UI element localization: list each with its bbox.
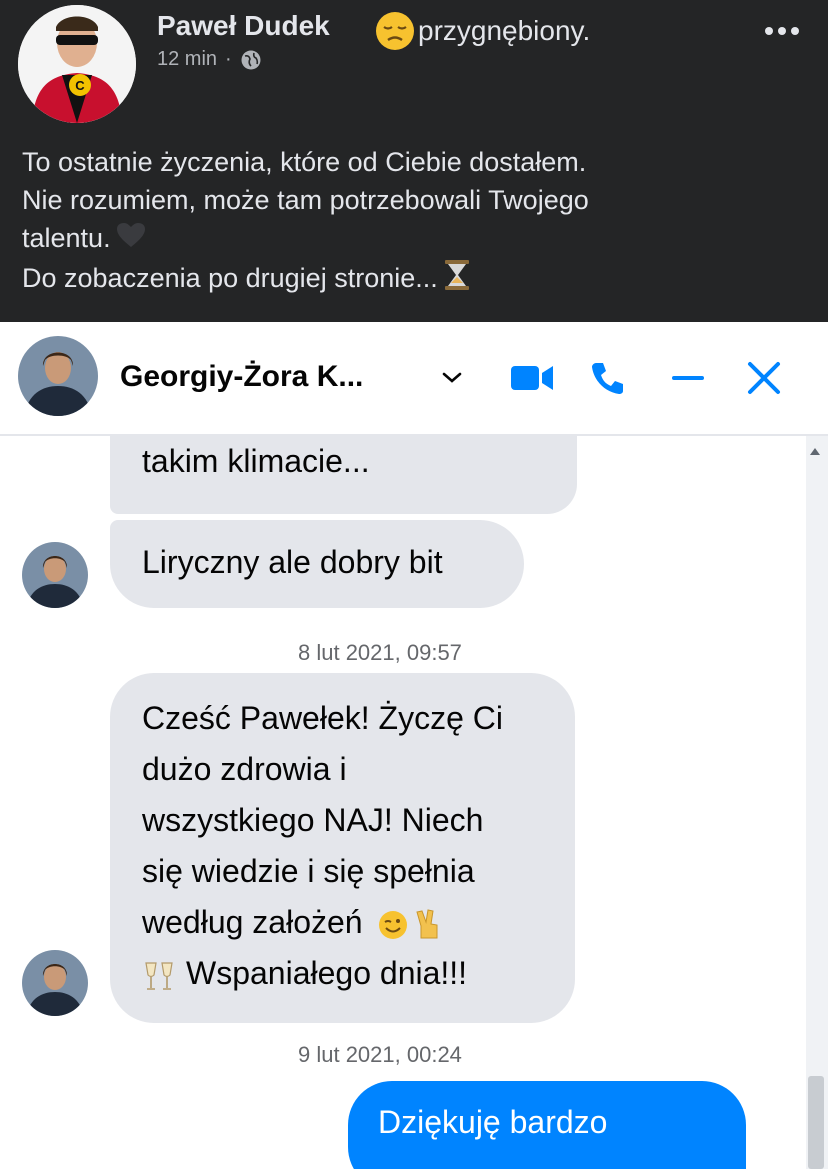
message-text: wszystkiego NAJ! Niech xyxy=(142,802,484,838)
video-call-icon[interactable] xyxy=(508,358,556,398)
scroll-up-arrow-icon[interactable] xyxy=(810,448,820,455)
post-text: To ostatnie życzenia, które od Ciebie do… xyxy=(22,143,812,301)
message-text: się wiedzie i się spełnia xyxy=(142,853,475,889)
chevron-down-icon[interactable] xyxy=(440,370,464,386)
message-text: Cześć Pawełek! Życzę Ci xyxy=(142,700,503,736)
post-line: Nie rozumiem, może tam potrzebowali Twoj… xyxy=(22,185,589,215)
contact-avatar-small[interactable] xyxy=(22,950,88,1016)
scrollbar-thumb[interactable] xyxy=(808,1076,824,1169)
message-line: według założeń xyxy=(142,897,575,948)
message-list[interactable]: takim klimacie... Liryczny ale dobry bit… xyxy=(0,436,828,1169)
message-line: Wspaniałego dnia!!! xyxy=(142,948,575,999)
messenger-chat-window: Georgiy-Żora K... takim klimacie... Liry… xyxy=(0,322,828,1169)
feeling-status: przygnębiony. xyxy=(374,10,590,52)
globe-icon xyxy=(240,49,262,71)
facebook-post: C Paweł Dudek przygnębiony. 12 min · To … xyxy=(0,0,828,322)
contact-name[interactable]: Georgiy-Żora K... xyxy=(120,360,363,394)
message-text: Wspaniałego dnia!!! xyxy=(186,955,468,991)
message-text: dużo zdrowia i xyxy=(142,751,347,787)
sent-message: Dziękuję bardzo xyxy=(348,1081,746,1169)
contact-avatar-small[interactable] xyxy=(22,542,88,608)
received-message: takim klimacie... xyxy=(110,436,577,514)
wink-emoji-icon xyxy=(379,910,408,939)
received-message: Cześć Pawełek! Życzę Ci dużo zdrowia i w… xyxy=(110,673,575,1023)
author-avatar[interactable]: C xyxy=(18,5,136,123)
victory-hand-icon xyxy=(416,908,438,939)
phone-call-icon[interactable] xyxy=(588,358,628,398)
contact-avatar[interactable] xyxy=(18,336,98,416)
post-line-text: talentu. xyxy=(22,223,111,253)
received-message: Liryczny ale dobry bit xyxy=(110,520,524,608)
close-icon[interactable] xyxy=(744,358,784,398)
post-time[interactable]: 12 min xyxy=(157,48,217,71)
timestamp: 9 lut 2021, 00:24 xyxy=(298,1042,462,1067)
post-meta: 12 min · xyxy=(157,48,262,71)
post-line: Do zobaczenia po drugiej stronie... xyxy=(22,259,812,301)
minimize-icon[interactable] xyxy=(668,358,708,398)
feeling-label: przygnębiony. xyxy=(418,15,591,46)
message-text: takim klimacie... xyxy=(142,443,370,479)
post-line: To ostatnie życzenia, które od Ciebie do… xyxy=(22,147,587,177)
meta-separator: · xyxy=(225,48,232,70)
champagne-glasses-icon xyxy=(145,961,173,990)
author-name[interactable]: Paweł Dudek xyxy=(157,10,330,42)
black-heart-icon xyxy=(115,221,147,259)
scrollbar[interactable] xyxy=(806,436,828,1169)
post-line-text: Do zobaczenia po drugiej stronie... xyxy=(22,263,438,293)
timestamp: 8 lut 2021, 09:57 xyxy=(298,640,462,665)
message-text: Liryczny ale dobry bit xyxy=(142,544,443,580)
message-text: Dziękuję bardzo xyxy=(378,1104,608,1140)
message-text: według założeń xyxy=(142,904,363,940)
svg-text:C: C xyxy=(75,78,85,93)
chat-header: Georgiy-Żora K... xyxy=(0,322,828,436)
more-options-icon[interactable] xyxy=(762,16,802,46)
post-line: talentu. xyxy=(22,219,812,259)
sad-emoji-icon xyxy=(374,10,416,52)
hourglass-icon xyxy=(442,259,472,301)
